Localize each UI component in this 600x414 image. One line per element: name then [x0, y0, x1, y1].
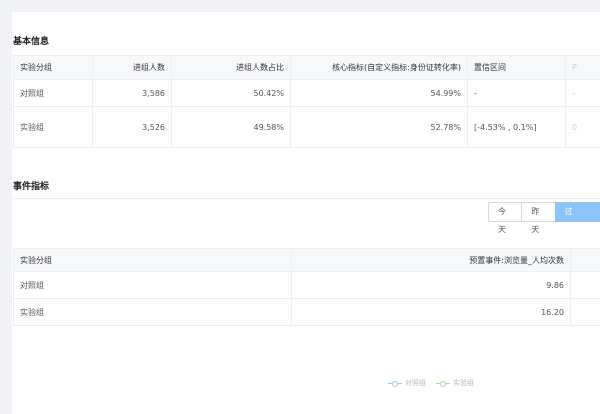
cell-value: 16.20	[291, 298, 571, 326]
legend-label: 对照组	[405, 379, 426, 387]
col-header-count: 进组人数	[92, 55, 172, 80]
col-header-p: P	[565, 55, 600, 80]
cell-ratio: 50.42%	[171, 79, 291, 107]
col-header-confidence-interval: 置信区间	[467, 55, 566, 80]
cell-extra	[570, 271, 600, 299]
cell-ci: [-4.53% , 0.1%]	[467, 106, 566, 148]
cell-group: 对照组	[13, 271, 292, 299]
cell-ci: -	[467, 79, 566, 107]
legend-item-experiment[interactable]: 实验组	[436, 378, 474, 388]
event-metrics-table: 实验分组 预置事件:浏览量_人均次数 对照组 9.86 实验组 16.20	[13, 248, 600, 326]
col-header-event-metric: 预置事件:浏览量_人均次数	[291, 248, 571, 272]
table-header-row: 实验分组 预置事件:浏览量_人均次数	[13, 248, 600, 272]
yesterday-button[interactable]: 昨天	[521, 202, 556, 234]
cell-p: -	[565, 79, 600, 107]
cell-group: 实验组	[13, 106, 93, 148]
cell-p: 0	[565, 106, 600, 148]
basic-info-table: 实验分组 进组人数 进组人数占比 核心指标(自定义指标:身份证转化率) 置信区间…	[13, 55, 600, 148]
date-range-button-group: 今天 昨天 过去	[488, 202, 600, 234]
col-header-core-metric: 核心指标(自定义指标:身份证转化率)	[290, 55, 468, 80]
table-row: 对照组 9.86	[13, 271, 600, 299]
section-divider	[13, 198, 600, 199]
table-header-row: 实验分组 进组人数 进组人数占比 核心指标(自定义指标:身份证转化率) 置信区间…	[13, 55, 600, 80]
col-header-extra	[570, 248, 600, 272]
cell-value: 9.86	[291, 271, 571, 299]
table-row: 实验组 16.20	[13, 298, 600, 326]
cell-group: 对照组	[13, 79, 93, 107]
legend-item-control[interactable]: 对照组	[388, 378, 426, 388]
section-title-basic-info: 基本信息	[13, 37, 50, 47]
cell-count: 3,526	[92, 106, 172, 148]
cell-group: 实验组	[13, 298, 292, 326]
cell-metric: 52.78%	[290, 106, 468, 148]
section-title-event-metrics: 事件指标	[13, 182, 50, 192]
line-marker-icon	[388, 379, 402, 387]
table-row: 实验组 3,526 49.58% 52.78% [-4.53% , 0.1%] …	[13, 106, 600, 148]
today-button[interactable]: 今天	[488, 202, 523, 234]
cell-extra	[570, 298, 600, 326]
cell-ratio: 49.58%	[171, 106, 291, 148]
past-button[interactable]: 过去	[554, 202, 600, 234]
col-header-group: 实验分组	[13, 55, 93, 80]
table-row: 对照组 3,586 50.42% 54.99% - -	[13, 79, 600, 107]
cell-count: 3,586	[92, 79, 172, 107]
col-header-group: 实验分组	[13, 248, 292, 272]
legend-label: 实验组	[453, 379, 474, 387]
line-marker-icon	[436, 379, 450, 387]
chart-legend: 对照组 实验组	[388, 378, 474, 388]
cell-metric: 54.99%	[290, 79, 468, 107]
col-header-ratio: 进组人数占比	[171, 55, 291, 80]
